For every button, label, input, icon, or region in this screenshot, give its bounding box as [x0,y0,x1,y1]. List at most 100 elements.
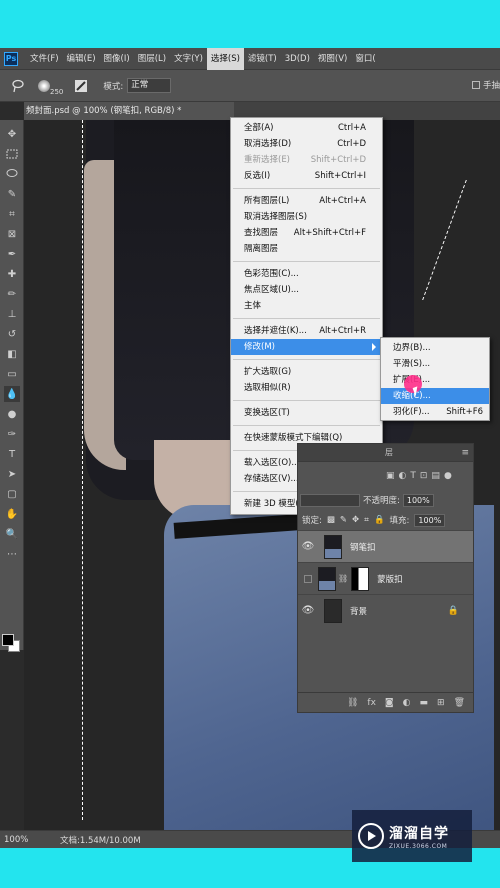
layer-filter-row: ▣ ◐ T ⊡ ▤ ● [298,462,473,490]
pen-tool-icon[interactable]: ✑ [4,426,20,442]
eye-icon[interactable]: 👁 [298,605,318,616]
clone-stamp-tool-icon[interactable]: ⊥ [4,306,20,322]
more-tools-icon[interactable]: ⋯ [4,546,20,562]
menu-item-inverse[interactable]: 反选(I) Shift+Ctrl+I [231,168,382,184]
healing-brush-tool-icon[interactable]: ✚ [4,266,20,282]
eraser-tool-icon[interactable]: ◧ [4,346,20,362]
new-layer-icon[interactable]: ⊞ [437,698,445,708]
layer-row[interactable]: 👁 背景 🔒 [298,594,473,626]
dodge-tool-icon[interactable]: ● [4,406,20,422]
brush-settings-icon[interactable] [73,78,89,94]
menu-item-focus-area[interactable]: 焦点区域(U)... [231,282,382,298]
filter-adjustment-icon[interactable]: ◐ [399,471,407,481]
lasso-tool-preset-icon[interactable] [10,78,26,94]
fill-input[interactable]: 100% [414,513,446,527]
delete-layer-icon[interactable]: 🗑 [454,698,465,708]
submenu-item-expand[interactable]: 扩展(E)... [381,372,489,388]
menu-item-subject[interactable]: 主体 [231,298,382,314]
photoshop-logo-icon: Ps [4,51,18,66]
type-tool-icon[interactable]: T [4,446,20,462]
menu-layer[interactable]: 图层(L) [134,48,170,70]
zoom-level[interactable]: 100% [0,835,30,845]
document-tab[interactable]: 频封面.psd @ 100% (钢笔扣, RGB/8) * [24,102,234,120]
mode-select[interactable]: 正常 [127,78,172,93]
menu-separator [233,400,380,401]
link-layers-icon[interactable]: ⛓ [347,698,358,708]
path-select-tool-icon[interactable]: ➤ [4,466,20,482]
menu-item-deselect-layers[interactable]: 取消选择图层(S) [231,209,382,225]
lock-paint-icon[interactable]: ✎ [340,515,347,525]
zoom-tool-icon[interactable]: 🔍 [4,526,20,542]
visibility-toggle[interactable] [304,574,312,583]
mode-label: 模式: [103,81,124,92]
menu-item-deselect[interactable]: 取消选择(D) Ctrl+D [231,136,382,152]
lasso-tool-icon[interactable] [4,166,20,182]
menu-item-transform-selection[interactable]: 变换选区(T) [231,405,382,421]
menu-item-similar[interactable]: 选取相似(R) [231,380,382,396]
menu-item-all-layers[interactable]: 所有图层(L) Alt+Ctrl+A [231,193,382,209]
submenu-item-smooth[interactable]: 平滑(S)... [381,356,489,372]
menu-separator [233,318,380,319]
menu-file[interactable]: 文件(F) [26,48,63,70]
menu-3d[interactable]: 3D(D) [281,48,314,70]
menu-view[interactable]: 视图(V) [314,48,351,70]
layer-mask-thumbnail [351,566,370,591]
menu-filter[interactable]: 滤镜(T) [244,48,281,70]
menu-item-select-all[interactable]: 全部(A) Ctrl+A [231,120,382,136]
menu-edit[interactable]: 编辑(E) [63,48,100,70]
menu-item-select-and-mask[interactable]: 选择并遮住(K)... Alt+Ctrl+R [231,323,382,339]
layers-tab[interactable]: 层 [385,447,393,458]
menu-item-color-range[interactable]: 色彩范围(C)... [231,266,382,282]
lock-pixels-icon[interactable]: ▩ [327,515,335,525]
shape-tool-icon[interactable]: ▢ [4,486,20,502]
move-tool-icon[interactable]: ✥ [4,126,20,142]
layer-row[interactable]: 👁 钢笔扣 [298,530,473,562]
submenu-item-border[interactable]: 边界(B)... [381,340,489,356]
menu-item-grow[interactable]: 扩大选取(G) [231,364,382,380]
submenu-item-contract[interactable]: 收缩(C)... [381,388,489,404]
gradient-tool-icon[interactable]: ▭ [4,366,20,382]
add-mask-icon[interactable]: ◙ [385,698,394,708]
layer-row[interactable]: ⛓ 蒙版扣 [298,562,473,594]
marquee-tool-icon[interactable] [4,146,20,162]
filter-smart-object-icon[interactable]: ▤ [431,471,440,481]
menu-window[interactable]: 窗口( [351,48,379,70]
fx-icon[interactable]: fx [367,698,376,708]
adjustment-layer-icon[interactable]: ◐ [403,698,411,708]
menu-select[interactable]: 选择(S) [206,48,244,70]
blur-tool-icon[interactable]: 💧 [4,386,20,402]
filter-shape-icon[interactable]: ⊡ [420,471,428,481]
new-group-icon[interactable]: ▬ [420,698,429,708]
menu-separator [233,425,380,426]
menu-image[interactable]: 图像(I) [100,48,134,70]
hand-tool-icon[interactable]: ✋ [4,506,20,522]
menu-item-modify[interactable]: 修改(M) [231,339,382,355]
filter-type-icon[interactable]: T [410,471,416,481]
foreground-color-swatch[interactable] [2,634,14,646]
document-info: 文档:1.54M/10.00M [60,835,141,846]
filter-toggle-icon[interactable]: ● [444,471,452,481]
filter-pixel-icon[interactable]: ▣ [386,471,395,481]
opacity-input[interactable]: 100% [402,493,434,507]
crop-tool-icon[interactable]: ⌗ [4,206,20,222]
layer-name: 蒙版扣 [377,574,403,585]
eye-icon[interactable]: 👁 [298,541,318,552]
lock-all-icon[interactable]: 🔒 [374,515,385,525]
blend-mode-select[interactable] [300,493,360,507]
layer-thumbnail [324,534,342,559]
menu-item-find-layers[interactable]: 查找图层 Alt+Shift+Ctrl+F [231,225,382,241]
menu-item-isolate-layers[interactable]: 隔离图层 [231,241,382,257]
menu-type[interactable]: 文字(Y) [170,48,207,70]
lock-position-icon[interactable]: ✥ [352,515,359,525]
history-brush-tool-icon[interactable]: ↺ [4,326,20,342]
lock-artboard-icon[interactable]: ⌗ [364,515,369,525]
panel-menu-icon[interactable]: ≡ [461,448,469,458]
fill-label: 填充: [389,516,410,526]
brush-tool-icon[interactable]: ✏ [4,286,20,302]
hand-checkbox[interactable] [471,81,480,89]
menu-item-reselect: 重新选择(E) Shift+Ctrl+D [244,155,366,165]
quick-select-tool-icon[interactable]: ✎ [4,186,20,202]
frame-tool-icon[interactable]: ⊠ [4,226,20,242]
submenu-item-feather[interactable]: 羽化(F)... Shift+F6 [381,404,489,420]
eyedropper-tool-icon[interactable]: ✒ [4,246,20,262]
